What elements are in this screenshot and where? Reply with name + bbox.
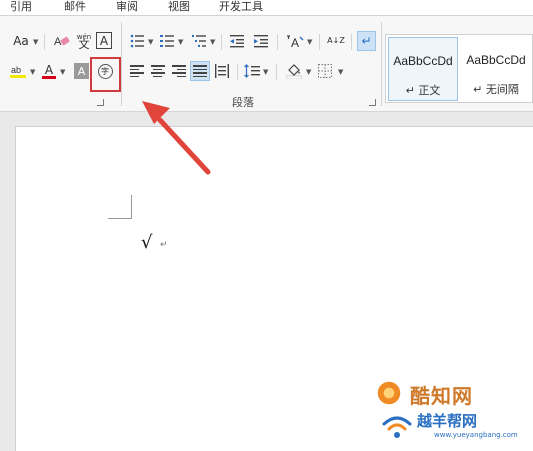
watermark-title: 酷知网 (410, 384, 473, 408)
watermark-subtitle: 越羊帮网 (417, 412, 478, 430)
wifi-icon (382, 416, 412, 438)
watermark-url: www.yueyangbang.com (434, 431, 518, 439)
word-window: 引用 邮件 审阅 视图 开发工具 Aa ▼ A wén 文 A ab ▼ A ▼… (0, 0, 533, 451)
watermark-logo-icon (376, 380, 402, 406)
